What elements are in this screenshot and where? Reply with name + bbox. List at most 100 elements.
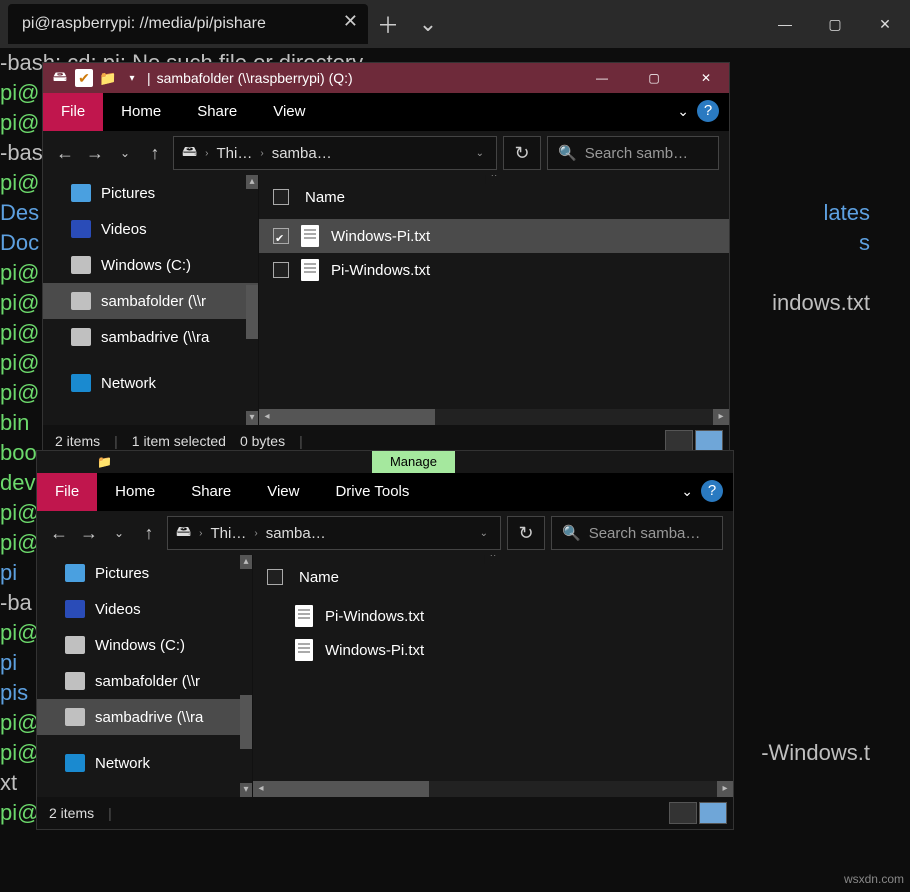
hscroll-thumb[interactable]	[269, 781, 429, 797]
crumb-samba[interactable]: samba…	[266, 525, 326, 542]
column-name[interactable]: Name	[299, 569, 339, 586]
back-button[interactable]: ←	[47, 521, 71, 545]
nav-row: ← → ⌄ ↑ 🖴› Thi…› samba… ⌄ ↻ 🔍 Search sam…	[43, 131, 729, 175]
scroll-right[interactable]: ▸	[717, 781, 733, 797]
select-all-checkbox[interactable]	[267, 569, 283, 585]
sidebar-item[interactable]: Network	[37, 745, 252, 781]
sidebar-item[interactable]: Windows (C:)	[43, 247, 258, 283]
forward-button[interactable]: →	[77, 521, 101, 545]
file-row[interactable]: Pi-Windows.txt	[253, 599, 733, 633]
terminal-tab-title: pi@raspberrypi: //media/pi/pishare	[22, 15, 266, 33]
sidebar-item[interactable]: sambafolder (\\r	[43, 283, 258, 319]
files-pane[interactable]: ⌃ Name Pi-Windows.txt Windows-Pi.txt ◂ ▸	[253, 555, 733, 797]
up-button[interactable]: ↑	[143, 141, 167, 165]
ribbon-expand-icon[interactable]: ⌄	[681, 483, 693, 500]
file-row[interactable]: Windows-Pi.txt	[253, 633, 733, 667]
ribbon-share[interactable]: Share	[179, 93, 255, 131]
sidebar-item[interactable]: Videos	[37, 591, 252, 627]
crumb-thispc[interactable]: Thi…	[217, 145, 253, 162]
file-name: Pi-Windows.txt	[325, 608, 424, 625]
minimize-button[interactable]	[760, 0, 810, 48]
close-icon[interactable]: ✕	[343, 11, 358, 32]
expand-icon[interactable]: ⌃	[485, 175, 502, 184]
view-icons-button[interactable]	[699, 802, 727, 824]
sidebar-item[interactable]: Network	[43, 365, 258, 401]
sidebar-item-label: Network	[101, 375, 156, 392]
maximize-button[interactable]	[810, 0, 860, 48]
scroll-down[interactable]: ▾	[240, 783, 252, 797]
minimize-button[interactable]: —	[579, 63, 625, 93]
ribbon-drivetools[interactable]: Drive Tools	[317, 473, 427, 511]
sidebar-item[interactable]: sambadrive (\\ra	[37, 699, 252, 735]
sidebar: PicturesVideosWindows (C:)sambafolder (\…	[43, 175, 259, 425]
scroll-down[interactable]: ▾	[246, 411, 258, 425]
maximize-button[interactable]: ▢	[631, 63, 677, 93]
sidebar-item[interactable]: sambafolder (\\r	[37, 663, 252, 699]
view-details-button[interactable]	[669, 802, 697, 824]
file-row[interactable]: Windows-Pi.txt	[259, 219, 729, 253]
sidebar-item[interactable]: Pictures	[43, 175, 258, 211]
sidebar-item[interactable]: Videos	[43, 211, 258, 247]
ribbon-view[interactable]: View	[255, 93, 323, 131]
qat-dropdown-icon[interactable]: ▾	[123, 69, 141, 87]
crumb-samba[interactable]: samba…	[272, 145, 332, 162]
forward-button[interactable]: →	[83, 141, 107, 165]
scroll-up[interactable]: ▴	[246, 175, 258, 189]
ribbon-expand-icon[interactable]: ⌄	[677, 103, 689, 120]
ribbon-file[interactable]: File	[43, 93, 103, 131]
file-checkbox[interactable]	[273, 262, 289, 278]
new-tab-button[interactable]: ＋	[368, 8, 408, 40]
up-button[interactable]: ↑	[137, 521, 161, 545]
explorer1-titlebar[interactable]: 🖴 ✔ 📁 ▾ | sambafolder (\\raspberrypi) (Q…	[43, 63, 729, 93]
close-button[interactable]	[860, 0, 910, 48]
tab-dropdown[interactable]: ⌄	[408, 11, 448, 37]
address-bar[interactable]: 🖴› Thi…› samba… ⌄	[167, 516, 501, 550]
ribbon-file[interactable]: File	[37, 473, 97, 511]
scroll-thumb[interactable]	[246, 285, 258, 339]
help-icon[interactable]: ?	[701, 480, 723, 502]
watermark: wsxdn.com	[844, 872, 904, 886]
scroll-thumb[interactable]	[240, 695, 252, 749]
view-details-button[interactable]	[665, 430, 693, 452]
ribbon-home[interactable]: Home	[103, 93, 179, 131]
refresh-button[interactable]: ↻	[507, 516, 545, 550]
status-bar: 2 items |	[37, 797, 733, 829]
scroll-up[interactable]: ▴	[240, 555, 252, 569]
ribbon-view[interactable]: View	[249, 473, 317, 511]
ribbon: File Home Share View ⌄ ?	[43, 93, 729, 131]
refresh-button[interactable]: ↻	[503, 136, 541, 170]
hscroll-thumb[interactable]	[275, 409, 435, 425]
close-button[interactable]: ✕	[683, 63, 729, 93]
address-bar[interactable]: 🖴› Thi…› samba… ⌄	[173, 136, 497, 170]
vid-icon	[65, 600, 85, 618]
expand-icon[interactable]: ⌃	[484, 555, 501, 564]
file-row[interactable]: Pi-Windows.txt	[259, 253, 729, 287]
file-checkbox[interactable]	[273, 228, 289, 244]
help-icon[interactable]: ?	[697, 100, 719, 122]
search-input[interactable]: 🔍 Search samba…	[551, 516, 723, 550]
ribbon-home[interactable]: Home	[97, 473, 173, 511]
scroll-left[interactable]: ◂	[253, 781, 269, 797]
terminal-tab[interactable]: pi@raspberrypi: //media/pi/pishare ✕	[8, 4, 368, 44]
history-dropdown[interactable]: ⌄	[113, 141, 137, 165]
drv-icon	[65, 708, 85, 726]
search-icon: 🔍	[562, 524, 581, 542]
view-icons-button[interactable]	[695, 430, 723, 452]
column-name[interactable]: Name	[305, 189, 345, 206]
sidebar-item[interactable]: Windows (C:)	[37, 627, 252, 663]
search-input[interactable]: 🔍 Search samb…	[547, 136, 719, 170]
history-dropdown[interactable]: ⌄	[107, 521, 131, 545]
drv-icon	[65, 672, 85, 690]
sidebar-item[interactable]: sambadrive (\\ra	[43, 319, 258, 355]
crumb-thispc[interactable]: Thi…	[211, 525, 247, 542]
scroll-left[interactable]: ◂	[259, 409, 275, 425]
scroll-right[interactable]: ▸	[713, 409, 729, 425]
drive-icon: 🖴	[182, 141, 197, 166]
sidebar-item[interactable]: Pictures	[37, 555, 252, 591]
ribbon-share[interactable]: Share	[173, 473, 249, 511]
explorer-window-2: 📁 Manage File Home Share View Drive Tool…	[36, 450, 734, 830]
files-pane[interactable]: ⌃ Name Windows-Pi.txtPi-Windows.txt ◂ ▸	[259, 175, 729, 425]
search-placeholder: Search samb…	[585, 145, 688, 162]
back-button[interactable]: ←	[53, 141, 77, 165]
select-all-checkbox[interactable]	[273, 189, 289, 205]
